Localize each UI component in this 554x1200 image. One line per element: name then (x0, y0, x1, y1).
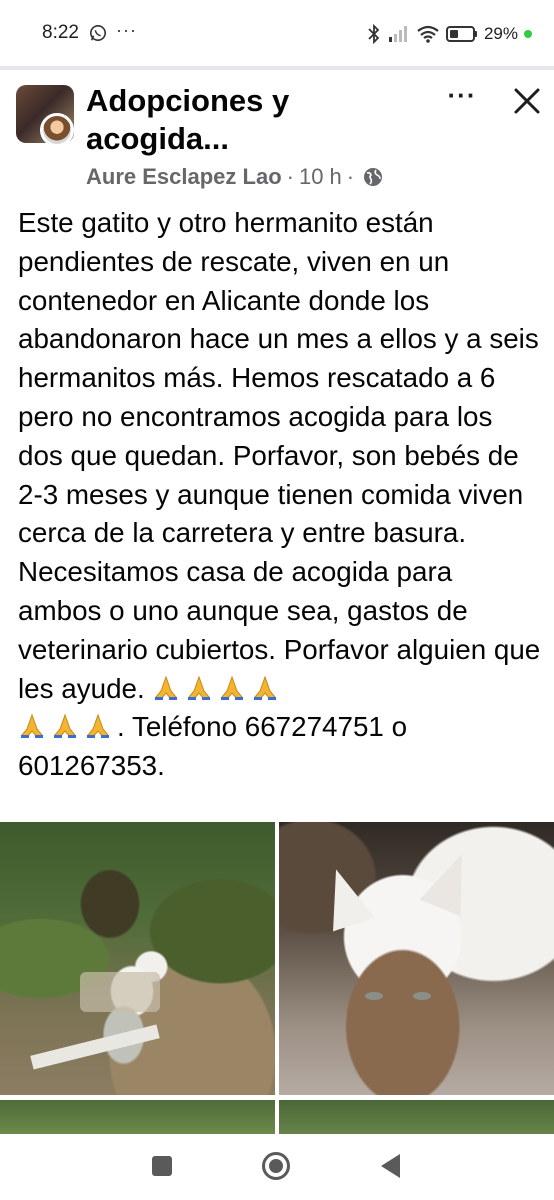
bluetooth-icon (368, 24, 380, 44)
dot-icon (524, 30, 532, 38)
label-strip (30, 1024, 160, 1070)
back-icon[interactable] (381, 1154, 400, 1178)
post-text: Este gatito y otro hermanito están pendi… (18, 204, 542, 786)
signal-icon (388, 26, 407, 42)
group-avatar[interactable] (16, 85, 74, 147)
folded-hands-icon (87, 713, 109, 739)
cat-ear (315, 862, 375, 932)
meta-separator: · (286, 164, 294, 189)
post-photo-4[interactable] (279, 1100, 554, 1134)
food-tray (80, 972, 160, 1012)
header-divider (0, 66, 554, 70)
folded-hands-icon (188, 675, 211, 700)
post-time[interactable]: 10 h (299, 164, 342, 190)
folded-hands-icon (155, 675, 178, 700)
whatsapp-icon (89, 24, 107, 42)
recents-icon[interactable] (152, 1156, 172, 1176)
emoji-row-2 (18, 711, 117, 742)
folded-hands-icon (21, 713, 43, 739)
status-time: 8:22 (42, 22, 79, 43)
home-icon[interactable] (262, 1152, 290, 1180)
author-name[interactable]: Aure Esclapez Lao (86, 164, 282, 190)
cat-ear (419, 845, 483, 917)
status-icons: 29% (366, 22, 532, 46)
close-icon[interactable] (510, 84, 544, 118)
group-title[interactable]: Adopciones y acogida... (86, 82, 416, 158)
post-meta: Aure Esclapez Lao · 10 h · (86, 163, 383, 191)
cat-eye (365, 992, 383, 1000)
folded-hands-icon (254, 675, 277, 700)
folded-hands-icon (54, 713, 76, 739)
wifi-icon (417, 25, 439, 43)
cat-eye (413, 992, 431, 1000)
emoji-row-1 (152, 673, 284, 704)
system-nav-bar (0, 1134, 554, 1200)
meta-separator: · (346, 164, 355, 189)
post-text-main: Este gatito y otro hermanito están pendi… (18, 207, 541, 704)
globe-icon (364, 168, 383, 186)
battery-icon (445, 26, 477, 42)
status-more-indicator: ··· (116, 20, 137, 40)
post-photo-2[interactable] (279, 822, 554, 1095)
folded-hands-icon (221, 675, 244, 700)
more-options-button[interactable]: ··· (444, 82, 480, 111)
battery-percentage: 29% (483, 24, 518, 43)
post-photo-1[interactable] (0, 822, 275, 1095)
post-photo-3[interactable] (0, 1100, 275, 1134)
status-bar: 8:22 ··· 29% (0, 0, 554, 66)
author-avatar[interactable] (40, 113, 74, 147)
